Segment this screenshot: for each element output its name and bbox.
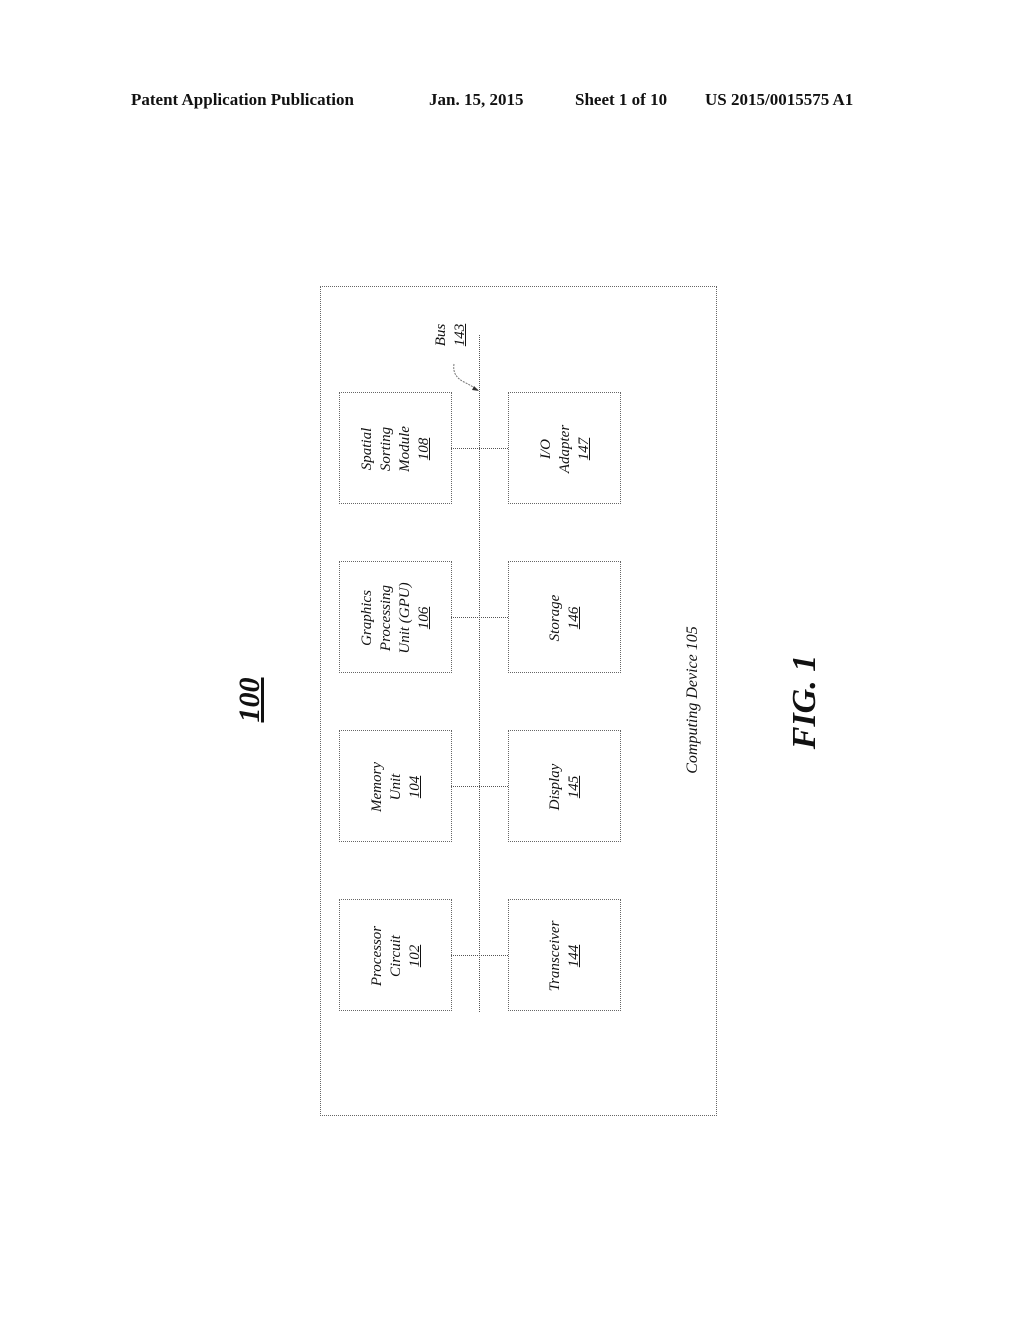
block-label-line: Display: [547, 763, 563, 811]
transceiver-block: Transceiver 144: [508, 899, 621, 1011]
block-label-line: Spatial: [359, 427, 375, 471]
block-ref: 106: [416, 606, 432, 630]
storage-block: Storage 146: [508, 561, 621, 673]
block-label-line: Unit: [387, 773, 404, 801]
computing-device-label: Computing Device 105: [684, 626, 701, 774]
block-ref: 145: [566, 775, 582, 799]
block-label-line: Memory: [368, 762, 385, 812]
block-label-line: Processor: [368, 925, 385, 987]
bus-line: [479, 335, 480, 1012]
block-label-line: Circuit: [387, 935, 404, 977]
block-label-line: Transceiver: [547, 920, 563, 992]
block-label-line: Module: [397, 426, 413, 472]
publication-number: US 2015/0015575 A1: [705, 90, 854, 109]
block-ref: 147: [575, 437, 592, 461]
publication-date: Jan. 15, 2015: [429, 90, 524, 109]
block-ref: 146: [566, 606, 582, 630]
gpu-block: Graphics Processing Unit (GPU) 106: [339, 561, 452, 673]
connector-row-1: [451, 955, 508, 956]
connector-row-3: [451, 617, 508, 618]
block-label-line: Sorting: [378, 426, 394, 472]
sheet-number: Sheet 1 of 10: [575, 90, 668, 109]
block-label-line: Unit (GPU): [397, 582, 413, 654]
block-label-line: Graphics: [359, 590, 375, 646]
block-ref: 108: [416, 437, 432, 461]
connector-row-2: [451, 786, 508, 787]
block-ref: 104: [406, 775, 423, 799]
bus-label: Bus 143: [433, 323, 468, 347]
block-ref: 144: [566, 944, 582, 968]
display-block: Display 145: [508, 730, 621, 842]
bus-leader-arrow: [453, 363, 479, 391]
block-ref: 102: [406, 944, 423, 968]
figure-ref-number: 100: [233, 677, 266, 723]
block-label-line: Storage: [547, 594, 563, 642]
processor-circuit-block: Processor Circuit 102: [339, 899, 452, 1011]
memory-unit-block: Memory Unit 104: [339, 730, 452, 842]
publication-type: Patent Application Publication: [131, 90, 354, 109]
block-label-line: I/O: [537, 439, 554, 459]
block-label-line: Processing: [378, 584, 394, 652]
io-adapter-block: I/O Adapter 147: [508, 392, 621, 504]
block-label-line: Adapter: [556, 424, 573, 474]
figure-caption: FIG. 1: [786, 654, 823, 750]
connector-row-4: [451, 448, 508, 449]
spatial-sorting-module-block: Spatial Sorting Module 108: [339, 392, 452, 504]
